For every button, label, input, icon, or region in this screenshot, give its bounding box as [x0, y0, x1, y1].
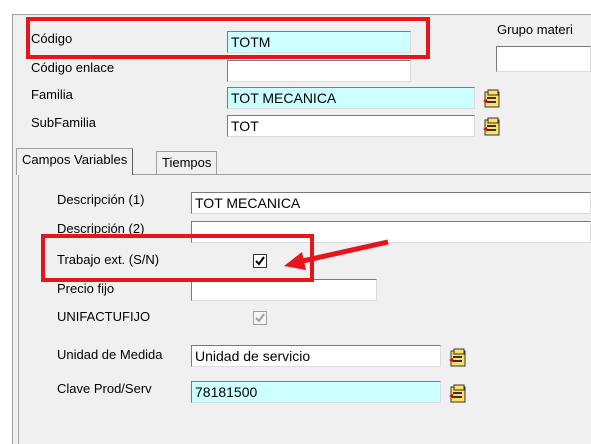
precio-fijo-label: Precio fijo — [57, 281, 115, 296]
clave-prod-serv-label: Clave Prod/Serv — [57, 381, 152, 396]
subfamilia-label: SubFamilia — [31, 115, 97, 130]
familia-lookup-icon[interactable] — [482, 89, 502, 109]
codigo-enlace-field[interactable] — [227, 60, 411, 82]
trabajo-ext-highlight-box — [41, 234, 314, 282]
precio-fijo-field[interactable] — [191, 279, 377, 301]
subfamilia-field[interactable]: TOT — [227, 115, 475, 137]
clave-prod-serv-field[interactable]: 78181500 — [191, 381, 441, 403]
red-arrow-icon — [284, 239, 389, 270]
unidad-medida-field[interactable]: Unidad de servicio — [191, 345, 441, 367]
codigo-enlace-label: Código enlace — [31, 60, 115, 75]
clave-lookup-icon[interactable] — [448, 384, 468, 404]
descripcion1-field[interactable]: TOT MECANICA — [191, 192, 591, 214]
tab-tiempos[interactable]: Tiempos — [156, 151, 218, 175]
grupo-material-label: Grupo materi — [497, 22, 573, 37]
unifactufijo-label: UNIFACTUFIJO — [57, 309, 151, 324]
grupo-material-field[interactable] — [496, 46, 591, 72]
familia-label: Familia — [31, 87, 73, 102]
codigo-highlight-box — [26, 17, 430, 59]
unidad-lookup-icon[interactable] — [448, 348, 468, 368]
checkmark-icon — [255, 313, 265, 323]
subfamilia-lookup-icon[interactable] — [482, 117, 502, 137]
familia-field[interactable]: TOT MECANICA — [227, 87, 475, 109]
unidad-medida-label: Unidad de Medida — [57, 347, 163, 362]
unifactufijo-checkbox[interactable] — [253, 311, 267, 325]
tab-campos-variables[interactable]: Campos Variables — [16, 148, 134, 175]
descripcion1-label: Descripción (1) — [57, 192, 145, 207]
